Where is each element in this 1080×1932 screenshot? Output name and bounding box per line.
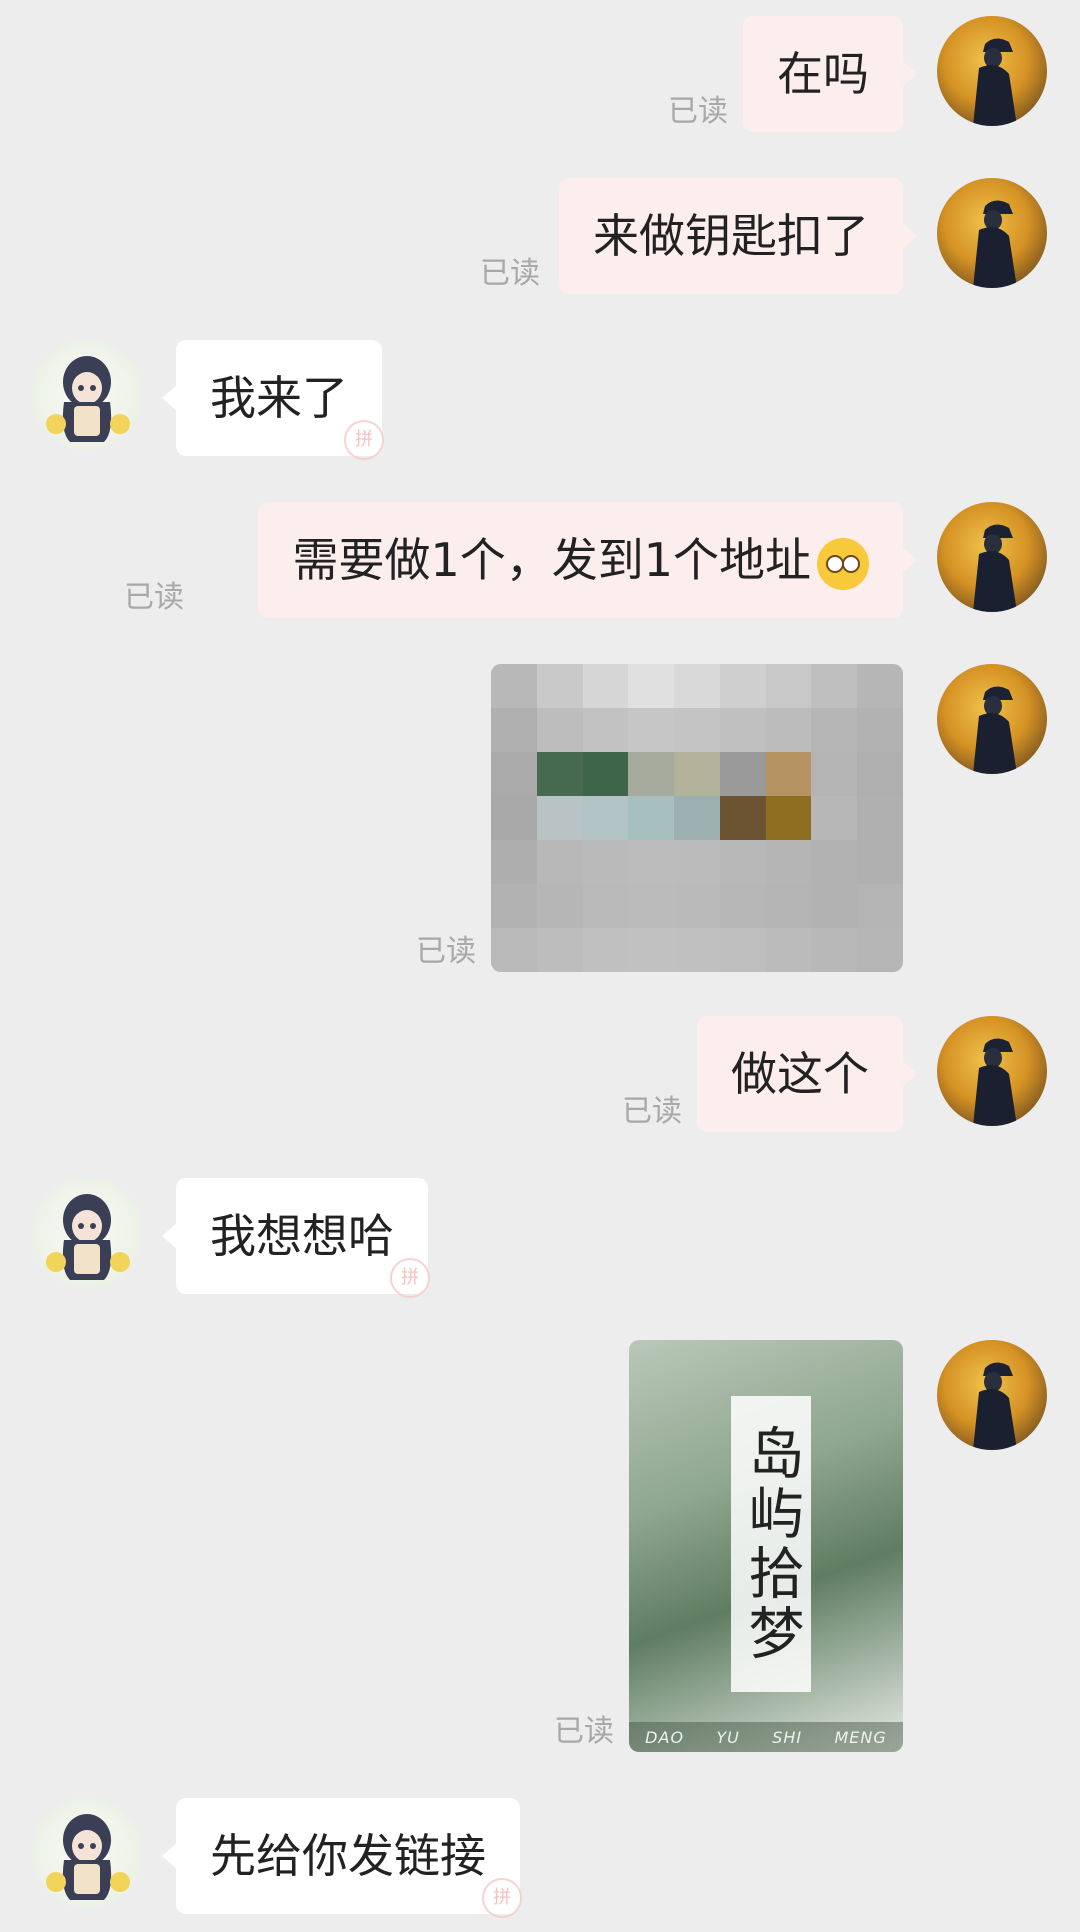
message-bubble-sent[interactable]: 在吗 [743,16,917,132]
my-avatar[interactable] [937,1340,1047,1450]
message-text: 需要做1个，发到1个地址 [292,533,811,587]
read-receipt: 已读 [124,580,184,615]
message-text: 来做钥匙扣了 [593,209,869,263]
message-bubble-sent[interactable]: 需要做1个，发到1个地址 [258,502,917,618]
contact-avatar[interactable] [32,1798,142,1908]
avatar-photo-icon [937,178,1047,288]
message-text: 做这个 [731,1047,869,1101]
my-avatar[interactable] [937,16,1047,126]
avatar-photo-icon [937,1340,1047,1450]
cover-title: 岛屿拾梦 [731,1396,811,1692]
read-receipt: 已读 [668,94,728,129]
read-receipt: 已读 [554,1714,614,1749]
pin-stamp-icon: 拼 [390,1258,430,1298]
pinyin-syllable: DAO [645,1727,685,1747]
read-receipt: 已读 [622,1094,682,1129]
avatar-photo-icon [937,664,1047,774]
pin-stamp-icon: 拼 [344,420,384,460]
my-avatar[interactable] [937,1016,1047,1126]
message-bubble-sent[interactable]: 做这个 [697,1016,917,1132]
contact-avatar[interactable] [32,340,142,450]
message-bubble-received[interactable]: 我想想哈 拼 [162,1178,430,1298]
cover-pinyin-strip: DAO YU SHI MENG [629,1722,903,1752]
pixelated-image-message[interactable] [491,664,903,972]
pinyin-syllable: SHI [772,1727,803,1747]
pinyin-syllable: MENG [834,1727,887,1747]
flushed-face-emoji-icon [817,537,869,590]
read-receipt: 已读 [416,934,476,969]
avatar-photo-icon [937,1016,1047,1126]
avatar-photo-icon [937,502,1047,612]
my-avatar[interactable] [937,502,1047,612]
anime-girl-avatar-icon [32,340,142,450]
contact-avatar[interactable] [32,1178,142,1288]
message-text: 我想想哈 [210,1209,394,1263]
avatar-photo-icon [937,16,1047,126]
anime-girl-avatar-icon [32,1798,142,1908]
cover-image-message[interactable]: 岛屿拾梦 DAO YU SHI MENG [629,1340,903,1752]
message-text: 先给你发链接 [210,1829,486,1883]
message-text: 我来了 [210,371,348,425]
message-bubble-received[interactable]: 先给你发链接 拼 [162,1798,522,1918]
my-avatar[interactable] [937,178,1047,288]
pinyin-syllable: YU [716,1727,740,1747]
message-bubble-received[interactable]: 我来了 拼 [162,340,384,460]
anime-girl-avatar-icon [32,1178,142,1288]
pin-stamp-icon: 拼 [482,1878,522,1918]
message-text: 在吗 [777,47,869,101]
message-bubble-sent[interactable]: 来做钥匙扣了 [559,178,917,294]
my-avatar[interactable] [937,664,1047,774]
read-receipt: 已读 [480,256,540,291]
